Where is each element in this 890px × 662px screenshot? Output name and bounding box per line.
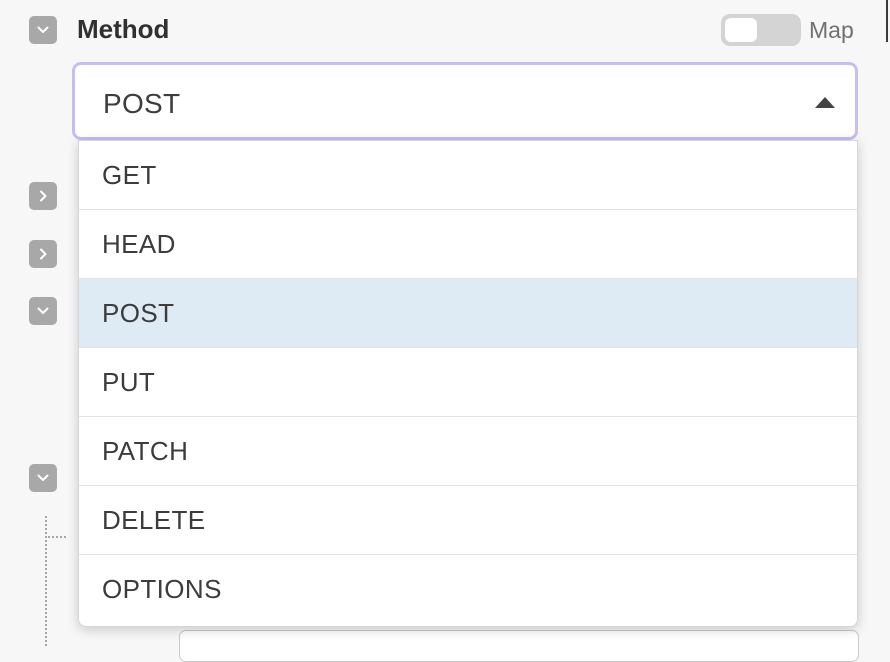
dropdown-option-delete[interactable]: DELETE [79, 486, 857, 555]
tree-connector-branch [48, 536, 66, 538]
chevron-down-icon [37, 307, 49, 314]
chevron-down-icon [37, 474, 49, 481]
section-expand-button[interactable] [29, 240, 57, 268]
caret-up-icon [815, 97, 835, 108]
chevron-right-icon [40, 190, 47, 202]
dropdown-option-put[interactable]: PUT [79, 348, 857, 417]
dropdown-option-head[interactable]: HEAD [79, 210, 857, 279]
section-expand-button[interactable] [29, 182, 57, 210]
map-toggle-knob [725, 18, 757, 42]
dropdown-option-patch[interactable]: PATCH [79, 417, 857, 486]
map-toggle-switch[interactable] [721, 14, 801, 46]
map-toggle-label: Map [809, 17, 854, 43]
method-select-value: POST [103, 88, 181, 119]
method-collapse-button[interactable] [29, 16, 57, 44]
dropdown-option-post[interactable]: POST [79, 279, 857, 348]
section-collapse-button[interactable] [29, 464, 57, 492]
chevron-down-icon [37, 26, 49, 33]
background-input-field[interactable] [179, 630, 859, 662]
panel-right-border [886, 0, 888, 42]
section-collapse-button[interactable] [29, 297, 57, 325]
chevron-right-icon [40, 248, 47, 260]
tree-connector-line [45, 516, 47, 646]
dropdown-option-options[interactable]: OPTIONS [79, 555, 857, 624]
method-dropdown-list: GET HEAD POST PUT PATCH DELETE OPTIONS [78, 140, 858, 627]
dropdown-option-get[interactable]: GET [79, 141, 857, 210]
method-select[interactable]: POST [72, 62, 858, 140]
method-section-title: Method [77, 14, 170, 44]
